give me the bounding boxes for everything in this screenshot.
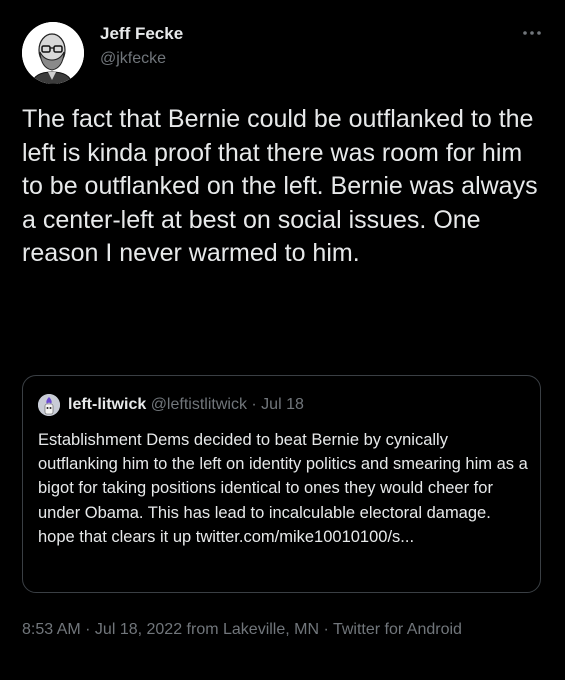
quoted-author-name[interactable]: left-litwick <box>68 396 146 413</box>
quoted-tweet[interactable]: left-litwick @leftistlitwick · Jul 18 Es… <box>22 375 541 593</box>
more-options-button[interactable] <box>521 22 543 44</box>
litwick-candle-avatar <box>38 394 60 416</box>
tweet-source[interactable]: Twitter for Android <box>333 621 462 638</box>
footer-separator: · <box>319 621 333 638</box>
author-avatar[interactable] <box>22 22 84 84</box>
footer-separator: · <box>80 621 95 638</box>
author-name[interactable]: Jeff Fecke <box>100 24 183 44</box>
quoted-author-handle[interactable]: @leftistlitwick <box>151 396 247 413</box>
tweet-text: The fact that Bernie could be outflanked… <box>22 105 538 267</box>
quoted-tweet-header: left-litwick @leftistlitwick · Jul 18 <box>68 396 304 414</box>
tweet-footer: 8:53 AM · Jul 18, 2022 from Lakeville, M… <box>22 617 542 642</box>
tweet-date-location[interactable]: Jul 18, 2022 from Lakeville, MN <box>95 621 319 638</box>
quoted-date[interactable]: Jul 18 <box>261 396 304 413</box>
quoted-author-avatar[interactable] <box>38 394 60 416</box>
three-dots-menu-icon <box>523 31 541 35</box>
bald-bearded-man-with-glasses-avatar <box>22 22 84 84</box>
quoted-tweet-text: Establishment Dems decided to beat Berni… <box>38 431 528 546</box>
quoted-separator: · <box>251 396 257 413</box>
tweet-time[interactable]: 8:53 AM <box>22 621 81 638</box>
tweet: Jeff Fecke @jkfecke The fact that Bernie… <box>0 0 565 680</box>
author-handle[interactable]: @jkfecke <box>100 50 166 68</box>
